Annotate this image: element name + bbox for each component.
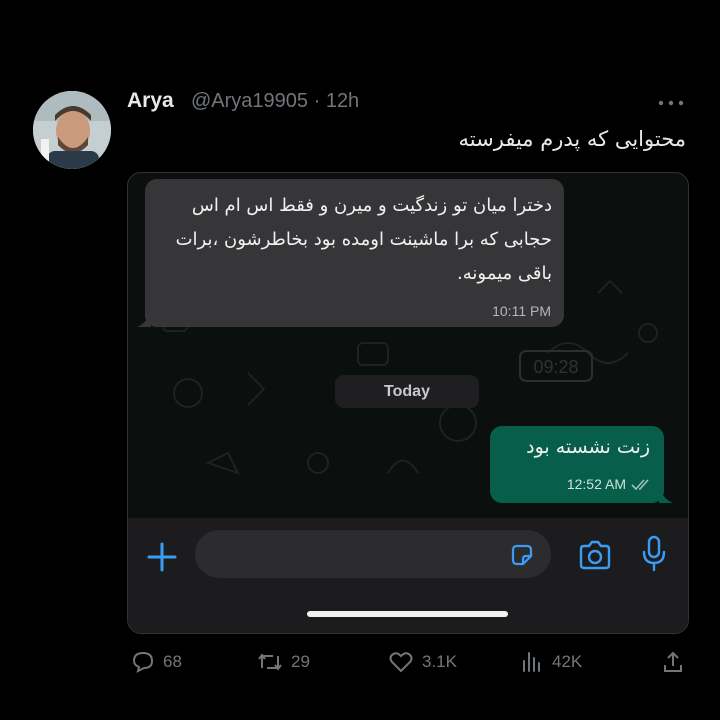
like-button[interactable]: 3.1K	[388, 648, 457, 676]
share-icon	[664, 651, 682, 672]
incoming-message-time: 10:11 PM	[492, 303, 551, 319]
reply-count: 68	[163, 652, 182, 671]
views-icon	[523, 652, 540, 672]
sticker-icon[interactable]	[509, 542, 535, 568]
like-count: 3.1K	[422, 652, 457, 671]
outgoing-message-time: 12:52 AM	[566, 476, 626, 492]
mic-icon[interactable]	[641, 535, 667, 573]
views-button[interactable]: 42K	[520, 648, 582, 676]
author-avatar[interactable]	[33, 91, 111, 169]
tweet-text: محتوایی که پدرم میفرسته	[458, 127, 686, 151]
reply-icon	[132, 651, 154, 673]
home-indicator	[307, 611, 508, 617]
tweet-media[interactable]: 09:28 دخترا میان تو زندگیت و میرن و فقط …	[127, 172, 689, 634]
wallpaper-clock: 09:28	[533, 357, 578, 377]
views-count: 42K	[552, 652, 583, 671]
date-divider: Today	[335, 375, 479, 408]
incoming-message-text: دخترا میان تو زندگیت و میرن و فقط اس ام …	[175, 195, 552, 284]
chat-input-bar	[128, 518, 688, 633]
retweet-icon	[258, 653, 282, 671]
like-icon	[389, 652, 413, 673]
reply-button[interactable]: 68	[131, 648, 182, 676]
read-checks-icon	[631, 479, 649, 491]
avatar-photo	[33, 91, 111, 169]
outgoing-message-text: زنت نشسته بود	[526, 436, 650, 458]
author-name[interactable]: Arya	[127, 89, 174, 113]
bubble-tail	[659, 487, 673, 503]
more-icon[interactable]	[656, 96, 686, 110]
message-input[interactable]	[195, 530, 551, 578]
author-handle-time[interactable]: @Arya19905 · 12h	[191, 90, 359, 113]
outgoing-message-bubble[interactable]: زنت نشسته بود 12:52 AM	[490, 426, 673, 503]
camera-icon[interactable]	[578, 540, 612, 570]
incoming-message-bubble[interactable]: دخترا میان تو زندگیت و میرن و فقط اس ام …	[137, 179, 564, 327]
bubble-tail	[137, 311, 151, 327]
share-button[interactable]	[661, 648, 685, 676]
retweet-count: 29	[291, 652, 310, 671]
plus-icon[interactable]	[145, 540, 179, 574]
retweet-button[interactable]: 29	[257, 648, 310, 676]
